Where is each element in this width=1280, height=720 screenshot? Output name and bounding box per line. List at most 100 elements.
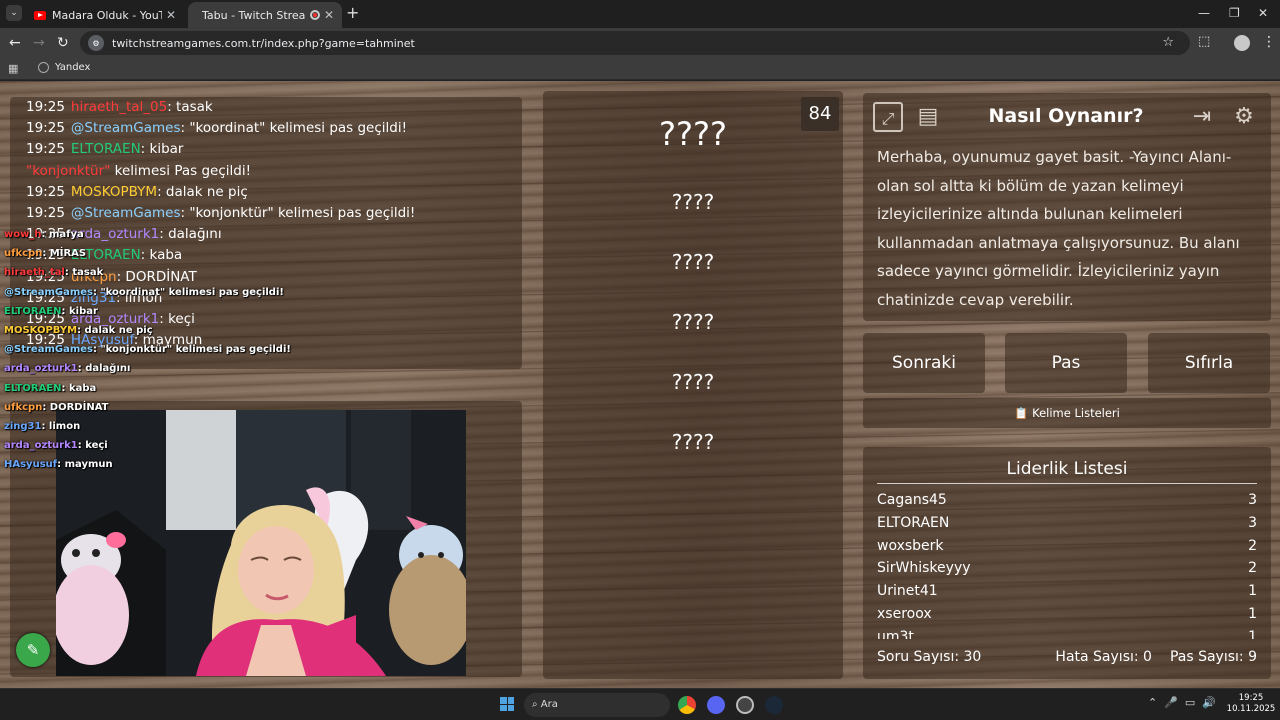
overlay-text: : maymun [57, 459, 113, 471]
pencil-icon[interactable]: ✎ [16, 633, 50, 667]
overlay-text: : mafya [41, 229, 84, 240]
leaderboard-row: SirWhiskeyyy 2 [877, 557, 1257, 580]
chat-text: : keçi [159, 311, 195, 327]
chat-time: 19:25 [26, 141, 65, 158]
player-score: 3 [1248, 492, 1257, 508]
youtube-icon [34, 10, 46, 20]
leaderboard-title: Liderlik Listesi [1006, 459, 1128, 479]
reset-button[interactable]: Sıfırla [1148, 333, 1270, 393]
leaderboard-row: xseroox 1 [877, 603, 1257, 626]
next-button[interactable]: Sonraki [863, 333, 985, 393]
windows-start-icon[interactable] [500, 697, 514, 711]
chat-username: MOSKOPBYM [70, 183, 158, 200]
bookmark-yandex[interactable]: Yandex [38, 62, 90, 73]
url-text: twitchstreamgames.com.tr/index.php?game=… [112, 36, 415, 50]
site-info-icon[interactable]: ⚙ [88, 35, 104, 51]
overlay-username: arda_ozturk1 [4, 440, 78, 452]
main-word: ???? [659, 115, 727, 153]
game-stats: Soru Sayısı: 30 Hata Sayısı: 0 Pas Sayıs… [877, 649, 1257, 665]
globe-icon [38, 62, 49, 73]
overlay-username: ufkcpn [4, 401, 43, 413]
chat-message: 19:25 hiraeth_tal_05: tasak [26, 99, 213, 115]
overlay-message: @StreamGames: "konjonktür" kelimesi pas … [4, 344, 291, 355]
overlay-username: hiraeth_tal [4, 267, 65, 279]
fullscreen-icon[interactable]: ⤢ [873, 102, 903, 132]
chat-text: : "konjonktür" kelimesi pas geçildi! [180, 205, 416, 221]
menu-icon[interactable]: ⋮ [1262, 34, 1276, 50]
forbidden-word: ???? [671, 430, 715, 454]
player-score: 1 [1248, 605, 1257, 622]
chat-username: "konjonktür" [26, 162, 111, 179]
overlay-text: : dalak ne piç [77, 325, 153, 336]
forbidden-word: ???? [671, 190, 715, 214]
chat-username: arda_ozturk1 [70, 226, 160, 243]
exit-icon[interactable]: ⇥ [1187, 102, 1217, 132]
chat-text: : dalak ne piç [157, 183, 248, 200]
pass-button[interactable]: Pas [1005, 333, 1127, 393]
overlay-message: @StreamGames: "koordinat" kelimesi pas g… [4, 287, 284, 298]
back-icon[interactable]: ← [9, 35, 21, 51]
overlay-message: MOSKOPBYM: dalak ne piç [4, 325, 153, 336]
error-count: Hata Sayısı: 0 [1055, 649, 1152, 665]
restore-icon[interactable]: ❐ [1229, 6, 1240, 20]
search-label: Ara [540, 699, 558, 710]
taskbar-search[interactable]: ⌕ Ara [524, 693, 670, 717]
screen: ⌄ Madara Olduk - YouTube ✕ Tabu - Twitch… [0, 0, 1280, 720]
gear-icon[interactable]: ⚙ [1229, 102, 1259, 132]
chat-text: : dalağını [159, 226, 222, 243]
clock[interactable]: 19:25 10.11.2025 [1226, 693, 1276, 715]
player-name: woxsberk [877, 537, 944, 554]
chat-text: kelimesi Pas geçildi! [110, 162, 251, 179]
overlay-message: arda_ozturk1: dalağını [4, 363, 130, 374]
overlay-text: : DORDİNAT [42, 401, 109, 413]
overlay-message: ELTORAEN: kaba [4, 383, 96, 394]
chat-username: @StreamGames [70, 205, 181, 221]
close-window-icon[interactable]: ✕ [1258, 6, 1268, 20]
forward-icon[interactable]: → [33, 35, 45, 51]
chat-message: 19:25 @StreamGames: "koordinat" kelimesi … [26, 120, 407, 136]
extensions-icon[interactable]: ⬚ [1198, 34, 1210, 49]
minimize-icon[interactable]: — [1198, 6, 1210, 20]
overlay-username: zing31 [4, 421, 42, 432]
word-lists-label: Kelime Listeleri [1032, 406, 1120, 420]
clock-date: 10.11.2025 [1226, 704, 1276, 714]
bookmarks-bar: ▦ Yandex [0, 58, 1280, 80]
word-lists-button[interactable]: 📋 Kelime Listeleri [863, 398, 1271, 428]
chat-username: hiraeth_tal_05 [70, 99, 168, 115]
webcam-feed [56, 410, 466, 676]
pass-count: Pas Sayısı: 9 [1169, 649, 1257, 665]
apps-grid-icon[interactable]: ▦ [8, 62, 18, 75]
player-score: 2 [1248, 537, 1257, 554]
divider [877, 483, 1257, 484]
chat-text: : "koordinat" kelimesi pas geçildi! [180, 120, 408, 137]
steam-icon[interactable] [765, 696, 783, 714]
chrome-icon[interactable] [678, 696, 696, 714]
taskbar: ⌕ Ara ⌃ 🎤 ▭ 🔊 19:25 10.11.2025 [0, 688, 1280, 720]
overlay-username: @StreamGames [4, 286, 93, 298]
overlay-text: : kaba [61, 382, 97, 394]
new-tab-button[interactable]: + [346, 5, 359, 21]
system-tray[interactable]: ⌃ 🎤 ▭ 🔊 [1148, 696, 1216, 709]
overlay-message: hiraeth_tal: tasak [4, 267, 103, 278]
close-tab-icon[interactable]: ✕ [166, 8, 176, 22]
obs-icon[interactable] [736, 696, 754, 714]
profile-avatar[interactable] [1234, 35, 1250, 51]
chat-username: ELTORAEN [70, 141, 141, 158]
close-tab-icon[interactable]: ✕ [324, 8, 334, 22]
chat-username: @StreamGames [70, 120, 181, 137]
bookmark-star-icon[interactable]: ☆ [1162, 35, 1174, 50]
tab-youtube[interactable]: Madara Olduk - YouTube ✕ [26, 2, 184, 28]
address-bar[interactable]: ⚙ twitchstreamgames.com.tr/index.php?gam… [80, 31, 1190, 55]
player-name: ELTORAEN [877, 514, 950, 531]
overlay-text: : limon [41, 421, 81, 432]
discord-icon[interactable] [707, 696, 725, 714]
overlay-username: ELTORAEN [4, 382, 62, 394]
overlay-username: arda_ozturk1 [4, 363, 78, 375]
tab-search-button[interactable]: ⌄ [6, 5, 22, 21]
tab-twitch-stream-games[interactable]: Tabu - Twitch Stream Game ✕ [188, 2, 342, 28]
how-to-text: Merhaba, oyunumuz gayet basit. -Yayıncı … [877, 148, 1240, 309]
overlay-message: ufkcpn: MİRAS [4, 248, 86, 259]
webcam-image [56, 410, 466, 676]
notes-icon[interactable]: ▤ [913, 102, 943, 132]
reload-icon[interactable]: ↻ [57, 35, 69, 51]
